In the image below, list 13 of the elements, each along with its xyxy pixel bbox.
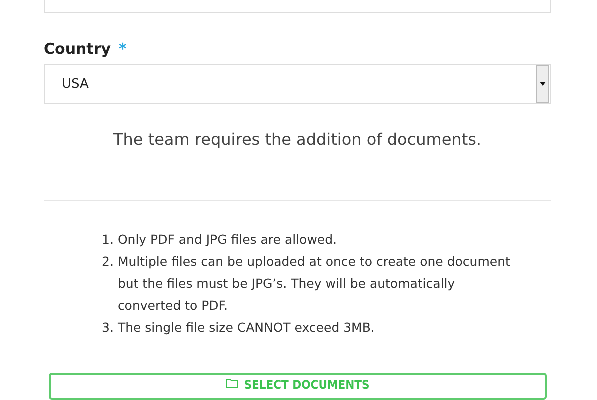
field-label: Country bbox=[44, 40, 112, 58]
required-mark: * bbox=[119, 40, 127, 58]
rule-text: The single file size CANNOT exceed 3MB. bbox=[118, 319, 376, 338]
input-field[interactable] bbox=[44, 0, 551, 14]
list-number: 1. bbox=[102, 231, 114, 250]
rule-text: Multiple files can be uploaded at once to create one document but the files must be JPG’s. They will be automatically converted to PDF. bbox=[118, 253, 512, 316]
list-number: 3. bbox=[102, 319, 114, 338]
caret-icon bbox=[540, 82, 546, 86]
rule-text: Only PDF and JPG files are allowed. bbox=[118, 231, 338, 250]
message-text: The team requires the addition of documents. bbox=[112, 130, 483, 150]
country-select[interactable]: USA bbox=[44, 64, 551, 104]
list-number: 2. bbox=[102, 253, 114, 272]
folder-icon bbox=[226, 378, 240, 388]
